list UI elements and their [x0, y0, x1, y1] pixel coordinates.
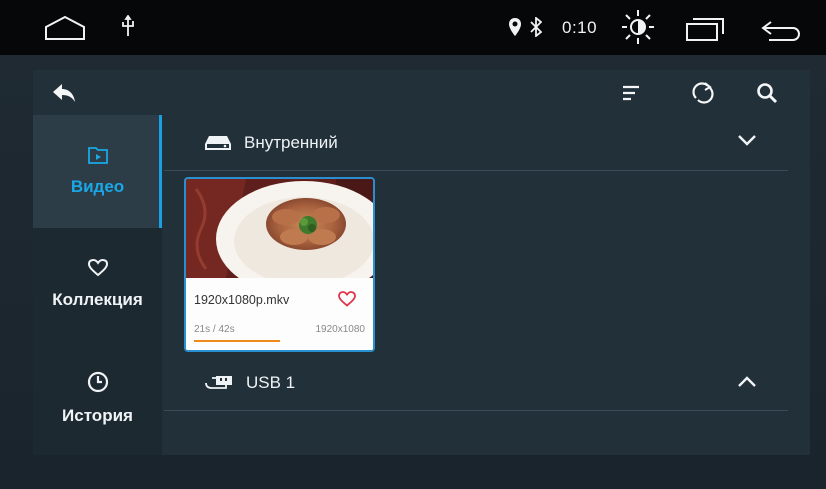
- video-thumbnail: [186, 179, 373, 278]
- section-title: USB 1: [246, 372, 296, 392]
- video-filename: 1920x1080p.mkv: [194, 293, 290, 307]
- search-icon[interactable]: [750, 76, 784, 110]
- video-player-app: Видео Коллекция История Внутренний 1920x…: [0, 55, 826, 489]
- section-internal[interactable]: Внутренний: [162, 115, 788, 170]
- divider: [164, 410, 788, 411]
- sidebar-item-label: Видео: [70, 177, 125, 196]
- sidebar: Видео Коллекция История: [33, 115, 162, 455]
- usb-icon: [118, 14, 138, 38]
- heart-icon: [87, 258, 108, 282]
- chevron-up-icon[interactable]: [737, 375, 757, 389]
- video-card[interactable]: 1920x1080p.mkv 21s / 42s 1920x1080: [184, 177, 375, 352]
- bluetooth-icon: [528, 16, 544, 38]
- recent-apps-icon[interactable]: [684, 15, 726, 43]
- usb-drive-icon: [204, 374, 234, 392]
- sidebar-item-video[interactable]: Видео: [33, 115, 162, 228]
- chevron-down-icon[interactable]: [737, 133, 757, 147]
- video-resolution: 1920x1080: [315, 324, 366, 335]
- status-bar: 0:10: [0, 0, 826, 55]
- section-usb[interactable]: USB 1: [162, 355, 788, 410]
- file-browser: Внутренний 1920x1080p.mkv 21s / 42s 1920…: [162, 115, 810, 455]
- main-panel: Видео Коллекция История Внутренний 1920x…: [33, 70, 810, 455]
- video-folder-icon: [87, 146, 108, 169]
- sort-icon[interactable]: [614, 76, 648, 110]
- playback-position: 21s / 42s: [194, 324, 235, 335]
- sidebar-item-history[interactable]: История: [33, 341, 162, 455]
- video-info: 1920x1080p.mkv 21s / 42s 1920x1080: [186, 278, 373, 350]
- toolbar: [33, 70, 810, 115]
- divider: [164, 170, 788, 171]
- home-icon[interactable]: [42, 13, 88, 43]
- clock-icon: [87, 371, 109, 398]
- clock-time: 0:10: [562, 18, 598, 37]
- back-icon[interactable]: [760, 18, 804, 44]
- location-icon: [506, 16, 524, 38]
- sidebar-item-label: История: [62, 405, 133, 425]
- refresh-icon[interactable]: [686, 76, 720, 110]
- back-arrow-icon[interactable]: [47, 76, 81, 110]
- watch-progress-bar: [194, 340, 280, 342]
- brightness-icon[interactable]: [620, 8, 656, 46]
- sidebar-item-collection[interactable]: Коллекция: [33, 228, 162, 341]
- sidebar-item-label: Коллекция: [52, 290, 143, 309]
- drive-icon: [204, 134, 232, 152]
- favorite-heart-icon[interactable]: [338, 291, 356, 307]
- section-title: Внутренний: [244, 132, 338, 152]
